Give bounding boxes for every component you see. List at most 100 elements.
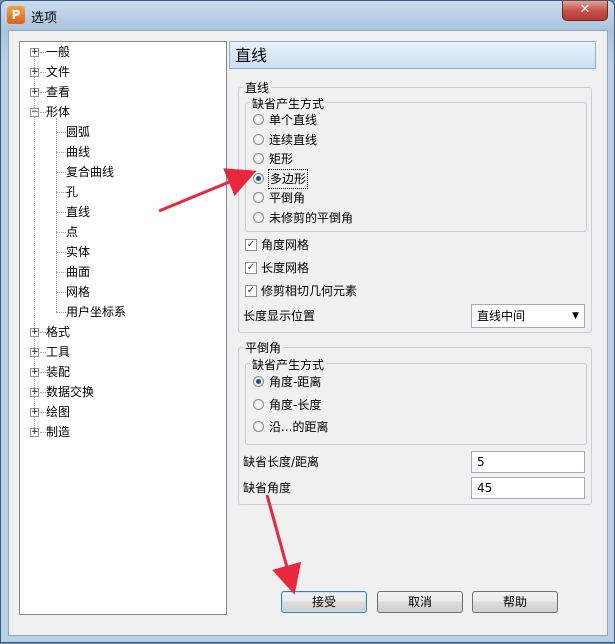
tree-item-label: 数据交换 [46,385,95,399]
line-method-option-label: 多边形 [267,168,309,189]
tree-item[interactable]: + 绘图 [20,402,220,422]
tree-item-label: 文件 [46,65,71,79]
title-bar[interactable]: P 选项 ✕ [1,1,614,29]
tree-item[interactable]: 曲面 [20,262,220,282]
expand-icon[interactable]: + [30,428,39,437]
tree-item[interactable]: + 查看 [20,82,220,102]
radio-icon[interactable] [253,153,264,164]
tree-connector [56,172,66,173]
chamfer-method-option[interactable]: 角度-距离 [253,373,413,391]
tree-item-label: 形体 [46,105,71,119]
line-method-option[interactable]: 矩形 [253,150,413,168]
line-method-option-label: 平倒角 [269,191,306,205]
tree-item-label: 孔 [66,185,79,199]
tree-item-label: 直线 [66,205,91,219]
default-angle-label: 缺省角度 [243,481,292,495]
radio-icon[interactable] [253,421,264,432]
expand-icon[interactable]: + [30,348,39,357]
length-display-label: 长度显示位置 [243,309,316,323]
tree-item[interactable]: 复合曲线 [20,162,220,182]
tree-item[interactable]: 网格 [20,282,220,302]
line-method-option[interactable]: 平倒角 [253,189,413,207]
tree-item-label: 实体 [66,245,91,259]
checkbox-angle-grid[interactable]: ✓ 角度网格 [245,236,365,254]
tree-item[interactable]: + 装配 [20,362,220,382]
checkbox-trim-tangent[interactable]: ✓ 修剪相切几何元素 [245,282,395,300]
expand-icon[interactable]: + [30,328,39,337]
tree-item[interactable]: + 工具 [20,342,220,362]
tree-item-label: 复合曲线 [66,165,115,179]
check-icon[interactable]: ✓ [245,262,257,274]
expand-icon[interactable]: + [30,88,39,97]
tree-connector [56,192,66,193]
tree-item[interactable]: − 形体 [20,102,220,122]
length-display-select[interactable]: 直线中间 ▼ [471,304,585,328]
collapse-icon[interactable]: − [30,108,39,117]
category-tree[interactable]: + 一般 + 文件 + 查看 − 形体 圆弧 曲线 复合曲线孔直线点实体 曲面 网格 用户坐标系 + 格式 + 工… [19,41,227,615]
default-length-input[interactable]: 5 [471,451,585,473]
accept-button[interactable]: 接受 [281,591,367,613]
chamfer-method-group-title: 缺省产生方式 [250,358,327,372]
default-length-label: 缺省长度/距离 [243,455,320,469]
expand-icon[interactable]: + [30,48,39,57]
tree-item[interactable]: 点 [20,222,220,242]
tree-item-label: 制造 [46,425,71,439]
tree-item[interactable]: 曲线 [20,142,220,162]
radio-icon[interactable] [253,376,264,387]
cancel-button[interactable]: 取消 [377,591,463,613]
tree-item-label: 点 [66,225,79,239]
radio-icon[interactable] [253,192,264,203]
chamfer-method-option[interactable]: 沿...的距离 [253,418,413,436]
line-method-option[interactable]: 单个直线 [253,111,413,129]
expand-icon[interactable]: + [30,408,39,417]
tree-item[interactable]: 直线 [20,202,220,222]
tree-item[interactable]: 实体 [20,242,220,262]
dropdown-arrow-icon[interactable]: ▼ [572,305,579,327]
chamfer-method-option[interactable]: 角度-长度 [253,396,413,414]
checkbox-length-grid[interactable]: ✓ 长度网格 [245,259,365,277]
radio-icon[interactable] [253,114,264,125]
tree-connector [56,152,66,153]
tree-item-label: 工具 [46,345,71,359]
help-button[interactable]: 帮助 [472,591,558,613]
line-method-option-label: 连续直线 [269,132,318,147]
line-method-option-label: 单个直线 [269,113,318,127]
radio-icon[interactable] [253,211,264,223]
chamfer-group-title: 平倒角 [243,341,284,355]
page-title: 直线 [229,41,596,69]
chamfer-method-option-label: 沿...的距离 [269,420,329,434]
app-logo-icon: P [7,6,25,24]
tree-item[interactable]: 孔 [20,182,220,202]
close-button[interactable]: ✕ [562,1,608,21]
tree-item[interactable]: + 格式 [20,322,220,342]
tree-item[interactable]: 圆弧 [20,122,220,142]
tree-item[interactable]: + 一般 [20,42,220,62]
tree-item[interactable]: 用户坐标系 [20,302,220,322]
radio-icon[interactable] [253,133,264,145]
line-method-option[interactable]: 连续直线 [253,131,413,149]
tree-item-label: 格式 [46,325,71,339]
default-angle-input[interactable]: 45 [471,477,585,499]
line-method-option-label: 未修剪的平倒角 [269,210,354,225]
tree-connector [56,292,66,293]
tree-item[interactable]: + 数据交换 [20,382,220,402]
line-method-option[interactable]: 多边形 [253,168,413,189]
tree-item-label: 查看 [46,85,71,99]
chamfer-method-option-label: 角度-距离 [269,375,322,389]
radio-icon[interactable] [253,172,264,184]
tree-connector [56,272,66,273]
line-method-option[interactable]: 未修剪的平倒角 [253,209,413,227]
tree-item-label: 曲线 [66,145,91,159]
chamfer-method-option-label: 角度-长度 [269,397,322,412]
radio-icon[interactable] [253,398,264,410]
tree-connector [56,232,66,233]
check-icon[interactable]: ✓ [245,285,257,297]
expand-icon[interactable]: + [30,388,39,397]
tree-item[interactable]: + 文件 [20,62,220,82]
expand-icon[interactable]: + [30,368,39,377]
expand-icon[interactable]: + [30,68,39,77]
check-icon[interactable]: ✓ [245,239,257,251]
tree-item[interactable]: + 制造 [20,422,220,442]
line-method-group-title: 缺省产生方式 [250,97,327,111]
window-title: 选项 [31,11,58,26]
